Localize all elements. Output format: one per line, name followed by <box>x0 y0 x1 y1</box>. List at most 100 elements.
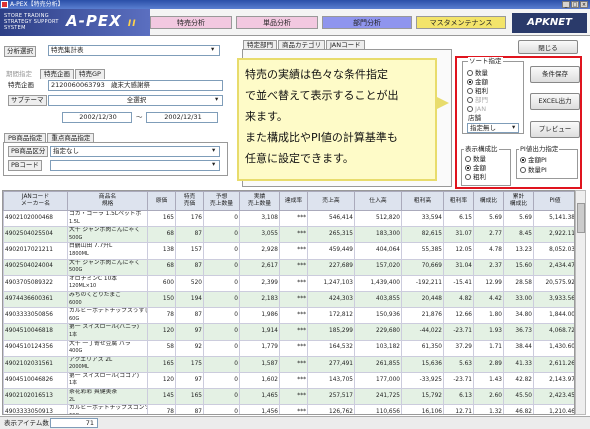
value-cell: 87 <box>175 226 204 244</box>
value-cell: 227,689 <box>307 258 355 276</box>
column-header[interactable]: 売上高 <box>307 191 355 211</box>
nav-tab-master-maintenance[interactable]: マスタメンテナンス <box>416 16 506 29</box>
ratio-option-amount[interactable]: 金額 <box>465 164 486 172</box>
value-cell: 1,465 <box>239 388 280 406</box>
table-row[interactable]: 4902017021211 白鶴山田 7.7升L 1800ML 138 157 0 2,92… <box>3 242 574 260</box>
table-row[interactable]: 4903705089322 オロナミンC 10本 120ML×10 600 520 0 2,… <box>3 274 574 292</box>
value-cell: 2,423.45 <box>533 388 574 406</box>
pb-code-select[interactable] <box>50 160 220 171</box>
nav-tab-sale-analysis[interactable]: 特売分析 <box>150 16 232 29</box>
value-cell: 70,669 <box>401 258 444 276</box>
date-to-input[interactable]: 2002/12/31 <box>146 112 218 123</box>
ratio-option-label: 金額 <box>473 164 486 172</box>
column-header[interactable]: 累計 構成比 <box>503 191 534 211</box>
value-cell: 1,587 <box>239 355 280 373</box>
table-row[interactable]: 4902102031561 アクエリアス 2L 2000ML 165 175 0 1,587… <box>3 355 574 373</box>
table-row[interactable]: 4902504024004 大千 ジャンボ肉こんにゃく 500G 68 87 0 2,617… <box>3 258 574 276</box>
table-row[interactable]: 4902102016513 茶花彩彩 爽健美茶 2L 145 165 0 1,465 *** 2… <box>3 388 574 406</box>
product-name: カルビーポテトチップスコンソメ <box>69 405 148 412</box>
chevron-down-icon[interactable]: ▾ <box>211 45 214 54</box>
radio-icon <box>467 106 473 112</box>
tab-sale-gp[interactable]: 特売GP <box>75 69 105 79</box>
ratio-title: 表示構成比 <box>464 145 499 154</box>
value-cell: 15.60 <box>503 258 534 276</box>
column-header[interactable]: 構成比 <box>473 191 504 211</box>
value-cell: 5.63 <box>443 355 474 373</box>
table-row[interactable]: 4903333050913カルビーポテトチップスコンソメ60G788701,45… <box>3 404 574 414</box>
product-spec: 60G <box>69 413 146 414</box>
sort-option-dept[interactable]: 部門 <box>467 96 488 104</box>
chevron-down-icon[interactable]: ▾ <box>215 95 218 104</box>
table-row[interactable]: 4904510046826 第一 スイスロール(ココア) 1本 120 97 0 1,602… <box>3 371 574 390</box>
logo-suffix: II <box>127 19 137 29</box>
value-cell: 2.60 <box>473 388 504 406</box>
pb-class-select[interactable]: 指定なし <box>50 146 220 157</box>
table-row[interactable]: 4904510046818 第一 スイスロール(バニラ) 1本 120 97 0 1,914… <box>3 323 574 341</box>
column-header[interactable]: 達成率 <box>279 191 308 211</box>
column-header[interactable]: PI値 <box>533 191 574 211</box>
close-button[interactable]: 閉じる <box>518 40 578 54</box>
results-grid[interactable]: JANコード メーカー名 商品名 規格 原価 特売 売価 予想 売上数量 実績 売上数量達… <box>2 190 575 415</box>
scroll-thumb[interactable] <box>577 203 585 233</box>
grid-scrollbar[interactable] <box>575 190 586 415</box>
chevron-down-icon[interactable]: ▾ <box>212 160 215 169</box>
value-cell: 8.45 <box>503 226 534 244</box>
excel-export-button[interactable]: EXCEL出力 <box>530 93 580 110</box>
save-condition-button[interactable]: 条件保存 <box>530 66 580 83</box>
column-header[interactable]: 粗利率 <box>443 191 474 211</box>
column-header[interactable]: 実績 売上数量 <box>239 191 280 211</box>
column-header[interactable]: 特売 売価 <box>175 191 204 211</box>
subtheme-select[interactable]: 全選択 <box>48 95 223 106</box>
chevron-down-icon[interactable]: ▾ <box>512 123 515 132</box>
value-cell: 145 <box>147 388 176 406</box>
value-cell: *** <box>279 323 308 341</box>
column-header[interactable]: JANコード メーカー名 <box>3 191 68 211</box>
column-header[interactable]: 予想 売上数量 <box>203 191 240 211</box>
column-header[interactable]: 仕入高 <box>354 191 402 211</box>
analysis-select[interactable]: 特売集計表 <box>48 45 220 56</box>
sort-option-jan[interactable]: JAN <box>467 105 486 113</box>
column-header[interactable]: 原価 <box>147 191 176 211</box>
pi-option-amount[interactable]: 金額PI <box>520 156 547 164</box>
value-cell: 126,762 <box>307 404 355 414</box>
nav-tab-item-analysis[interactable]: 単品分析 <box>236 16 318 29</box>
sort-option-qty[interactable]: 数量 <box>467 69 488 77</box>
table-row[interactable]: 4902102000468 コカ・コーラ 1.5Lペットボ 1.5L 165 176 0 3… <box>3 209 574 228</box>
column-header[interactable]: 商品名 規格 <box>67 191 148 211</box>
chevron-down-icon[interactable]: ▾ <box>212 146 215 155</box>
nav-tab-dept-analysis[interactable]: 部門分析 <box>322 16 412 29</box>
value-cell: 120 <box>147 323 176 341</box>
sort-option-profit[interactable]: 粗利 <box>467 87 488 95</box>
preview-button[interactable]: プレビュー <box>530 121 580 138</box>
pi-option-qty[interactable]: 数量PI <box>520 166 547 174</box>
product-spec: 2L <box>69 396 75 403</box>
table-row[interactable]: 4902504025504 大千 ジャンボ肉こんにゃく 500G 68 87 0 3,055… <box>3 226 574 244</box>
table-row[interactable]: 4974436600361 みちのくどりたまご 6000 150 194 0 2,183 **… <box>3 290 574 309</box>
value-cell: 8,052.03 <box>533 242 574 260</box>
jan-cell: 4903333050913 <box>3 404 68 414</box>
close-window-button[interactable]: × <box>580 1 588 8</box>
value-cell: -44,022 <box>401 323 444 341</box>
logo-text-3: SYSTEM <box>4 25 26 31</box>
jan-cell: 4904510046826 <box>3 371 68 390</box>
plan-field[interactable]: 2120060063793 歳末大感謝祭 <box>48 80 223 91</box>
maximize-button[interactable]: □ <box>571 1 579 8</box>
ratio-option-label: 粗利 <box>473 173 486 181</box>
value-cell: 103,182 <box>354 339 402 357</box>
value-cell: *** <box>279 258 308 276</box>
minimize-button[interactable]: _ <box>562 1 570 8</box>
product-name: カルビーポテトチップスうすし <box>69 308 148 315</box>
table-row[interactable]: 4903333050856 カルビーポテトチップスうすし 60G 78 87 0 1,986… <box>3 307 574 325</box>
value-cell: 33.00 <box>503 290 534 309</box>
value-cell: 45.50 <box>503 388 534 406</box>
sort-option-amount[interactable]: 金額 <box>467 78 488 86</box>
date-from-input[interactable]: 2002/12/30 <box>62 112 132 123</box>
value-cell: 1.80 <box>473 307 504 325</box>
tab-sale-plan[interactable]: 特売企画 <box>40 69 74 79</box>
radio-checked-icon <box>520 157 526 163</box>
column-header[interactable]: 粗利高 <box>401 191 444 211</box>
table-row[interactable]: 4904510124356 大千 一丁寄せ豆腐 バラ 400G 58 92 0 1,779 *… <box>3 339 574 357</box>
ratio-option-qty[interactable]: 数量 <box>465 155 486 163</box>
value-cell: 41.33 <box>503 355 534 373</box>
ratio-option-profit[interactable]: 粗利 <box>465 173 486 181</box>
